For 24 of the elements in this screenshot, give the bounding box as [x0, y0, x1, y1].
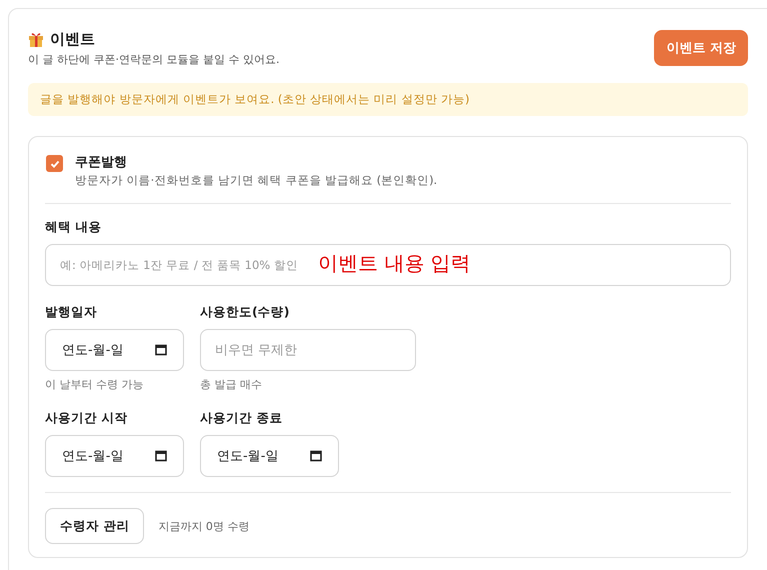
quantity-input[interactable]: 비우면 무제한: [200, 329, 416, 371]
date-field[interactable]: 연도-월-일: [45, 329, 184, 371]
calendar-icon: [155, 344, 167, 356]
calendar-icon: [310, 450, 322, 462]
gift-icon: [28, 31, 44, 48]
field-hint: 이 날부터 수령 가능: [45, 377, 144, 392]
section-subtitle: 이 글 하단에 쿠폰·연락문의 모듈을 붙일 수 있어요.: [28, 52, 280, 67]
date-field[interactable]: 연도-월-일: [200, 435, 339, 477]
field-label: 사용한도(수량): [200, 304, 290, 321]
section-title: 이벤트: [50, 30, 95, 49]
field-label: 혜택 내용: [45, 219, 102, 236]
manage-recipients-button[interactable]: 수령자 관리: [45, 508, 144, 544]
recipient-count: 지금까지 0명 수령: [158, 518, 250, 534]
field-label: 사용기간 시작: [45, 410, 128, 427]
calendar-icon: [155, 450, 167, 462]
date-field[interactable]: 연도-월-일: [45, 435, 184, 477]
annotation-text: 이벤트 내용 입력: [318, 250, 471, 277]
checkbox[interactable]: [46, 155, 63, 172]
checkbox-label: 쿠폰발행: [75, 154, 128, 171]
notice-banner: 글을 발행해야 방문자에게 이벤트가 보여요. (초안 상태에서는 미리 설정만 가능): [28, 83, 748, 116]
field-label: 발행일자: [45, 304, 98, 321]
field-hint: 총 발급 매수: [200, 377, 263, 392]
field-label: 사용기간 종료: [200, 410, 284, 427]
checkbox-description: 방문자가 이름·전화번호를 남기면 혜택 쿠폰을 발급해요 (본인확인).: [75, 173, 438, 188]
